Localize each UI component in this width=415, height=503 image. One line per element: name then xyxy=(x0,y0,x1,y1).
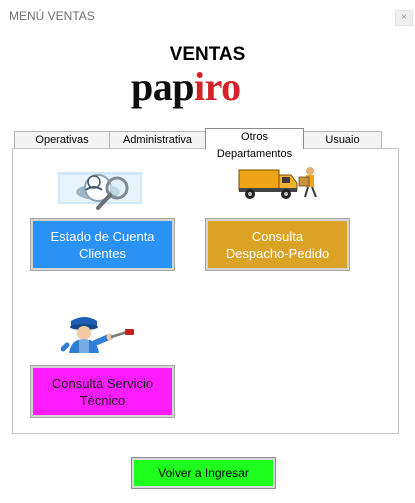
consulta-despacho-pedido-button[interactable]: Consulta Despacho-Pedido xyxy=(205,218,350,271)
delivery-truck-icon xyxy=(238,167,317,199)
consulta-servicio-tecnico-button[interactable]: Consulta Servicio Técnico xyxy=(30,365,175,418)
papiro-logo: papiro xyxy=(131,62,271,112)
tab-administrativa[interactable]: Administrativa xyxy=(109,131,206,148)
volver-a-ingresar-button[interactable]: Volver a Ingresar xyxy=(131,457,276,489)
tab-otros-departamentos[interactable]: Otros Departamentos xyxy=(205,128,304,160)
window-title: MENÚ VENTAS xyxy=(9,9,95,23)
logo-text-dark: pap xyxy=(131,64,195,109)
magnifier-user-icon xyxy=(58,172,142,210)
estado-cuenta-clientes-button[interactable]: Estado de Cuenta Clientes xyxy=(30,218,175,271)
tab-operativas[interactable]: Operativas xyxy=(14,131,110,148)
title-bar: MENÚ VENTAS × xyxy=(0,0,415,32)
technician-icon xyxy=(61,317,134,353)
logo-text-red: iro xyxy=(194,64,241,109)
close-button[interactable]: × xyxy=(395,10,413,26)
tab-usuaio[interactable]: Usuaio xyxy=(303,131,382,148)
